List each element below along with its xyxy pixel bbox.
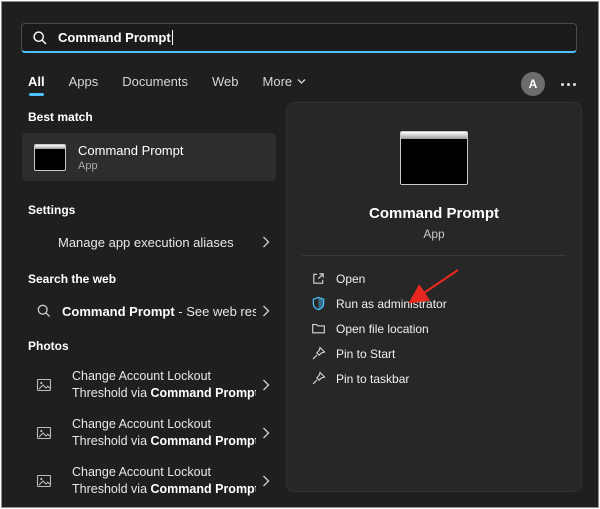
chevron-right-icon [262, 379, 270, 391]
photo-result-line2: Threshold via Command Prompt [72, 386, 256, 401]
divider [302, 255, 566, 256]
photo-result-3[interactable]: Change Account Lockout Threshold via Com… [22, 458, 276, 504]
photo-result-line1: Change Account Lockout [72, 465, 256, 480]
tab-apps-label: Apps [69, 74, 99, 89]
tab-more[interactable]: More [263, 74, 307, 96]
best-match-type: App [78, 160, 183, 172]
tab-web[interactable]: Web [212, 74, 239, 96]
tab-web-label: Web [212, 74, 239, 89]
photo-icon [36, 377, 52, 393]
section-header-best-match: Best match [28, 110, 276, 124]
best-match-name: Command Prompt [78, 143, 183, 158]
web-result-query: Command Prompt [62, 304, 175, 319]
best-match-result-command-prompt[interactable]: Command Prompt App [22, 133, 276, 181]
settings-result-label: Manage app execution aliases [58, 235, 256, 250]
web-result-command-prompt[interactable]: Command Prompt - See web results [22, 295, 276, 327]
tab-apps[interactable]: Apps [69, 74, 99, 96]
photo-icon [36, 473, 52, 489]
photo-result-text: Change Account Lockout Threshold via Com… [72, 369, 256, 401]
tab-documents-label: Documents [122, 74, 188, 89]
search-query-text: Command Prompt [58, 30, 171, 45]
photo-result-line2: Threshold via Command Prompt 2 [72, 482, 256, 497]
search-input[interactable]: Command Prompt [21, 23, 577, 53]
search-flyout-window: Command Prompt All Apps Documents Web Mo… [1, 1, 599, 508]
section-header-search-the-web: Search the web [28, 272, 276, 286]
action-pin-to-taskbar[interactable]: Pin to taskbar [305, 366, 563, 391]
tab-all[interactable]: All [28, 74, 45, 96]
chevron-right-icon [262, 305, 270, 317]
section-header-photos: Photos [28, 339, 276, 353]
action-open-file-location-label: Open file location [336, 322, 429, 336]
search-icon [36, 303, 52, 319]
tab-more-label: More [263, 74, 293, 89]
chevron-right-icon [262, 475, 270, 487]
text-caret [172, 30, 173, 45]
action-pin-to-start[interactable]: Pin to Start [305, 341, 563, 366]
search-icon [32, 30, 48, 46]
photo-result-line1: Change Account Lockout [72, 417, 256, 432]
action-open[interactable]: Open [305, 266, 563, 291]
photo-result-text: Change Account Lockout Threshold via Com… [72, 465, 256, 497]
pin-icon [311, 371, 326, 386]
tabs-right-controls: A [521, 72, 578, 96]
folder-icon [311, 321, 326, 336]
action-open-label: Open [336, 272, 365, 286]
photo-result-2[interactable]: Change Account Lockout Threshold via Com… [22, 410, 276, 456]
photo-icon [36, 425, 52, 441]
preview-title: Command Prompt [369, 205, 499, 222]
action-run-as-administrator[interactable]: Run as administrator [305, 291, 563, 316]
search-filter-tabs: All Apps Documents Web More A [28, 74, 578, 98]
result-preview-panel: Command Prompt App Open Run as administr… [286, 102, 582, 492]
chevron-right-icon [262, 427, 270, 439]
tab-all-label: All [28, 74, 45, 89]
chevron-right-icon [262, 236, 270, 248]
command-prompt-icon [34, 144, 66, 171]
user-avatar[interactable]: A [521, 72, 545, 96]
more-options-button[interactable] [559, 79, 578, 90]
photo-result-1[interactable]: Change Account Lockout Threshold via Com… [22, 362, 276, 408]
action-pin-to-start-label: Pin to Start [336, 347, 395, 361]
pin-icon [311, 346, 326, 361]
search-results-column: Best match Command Prompt App Settings M… [22, 110, 276, 506]
section-header-settings: Settings [28, 203, 276, 217]
action-run-as-administrator-label: Run as administrator [336, 297, 447, 311]
web-result-suffix: - See web results [175, 304, 256, 319]
shield-icon [311, 296, 326, 311]
chevron-down-icon [297, 78, 306, 85]
photo-result-line2: Threshold via Command Prompt 3 [72, 434, 256, 449]
tab-documents[interactable]: Documents [122, 74, 188, 96]
action-pin-to-taskbar-label: Pin to taskbar [336, 372, 409, 386]
settings-result-manage-aliases[interactable]: Manage app execution aliases [22, 226, 276, 258]
preview-subtitle: App [423, 227, 444, 241]
web-result-label: Command Prompt - See web results [62, 304, 256, 319]
photo-result-line1: Change Account Lockout [72, 369, 256, 384]
preview-actions: Open Run as administrator Open file loca… [287, 266, 581, 391]
best-match-text: Command Prompt App [78, 143, 183, 172]
action-open-file-location[interactable]: Open file location [305, 316, 563, 341]
command-prompt-icon-large [400, 131, 468, 185]
photo-result-text: Change Account Lockout Threshold via Com… [72, 417, 256, 449]
open-icon [311, 271, 326, 286]
